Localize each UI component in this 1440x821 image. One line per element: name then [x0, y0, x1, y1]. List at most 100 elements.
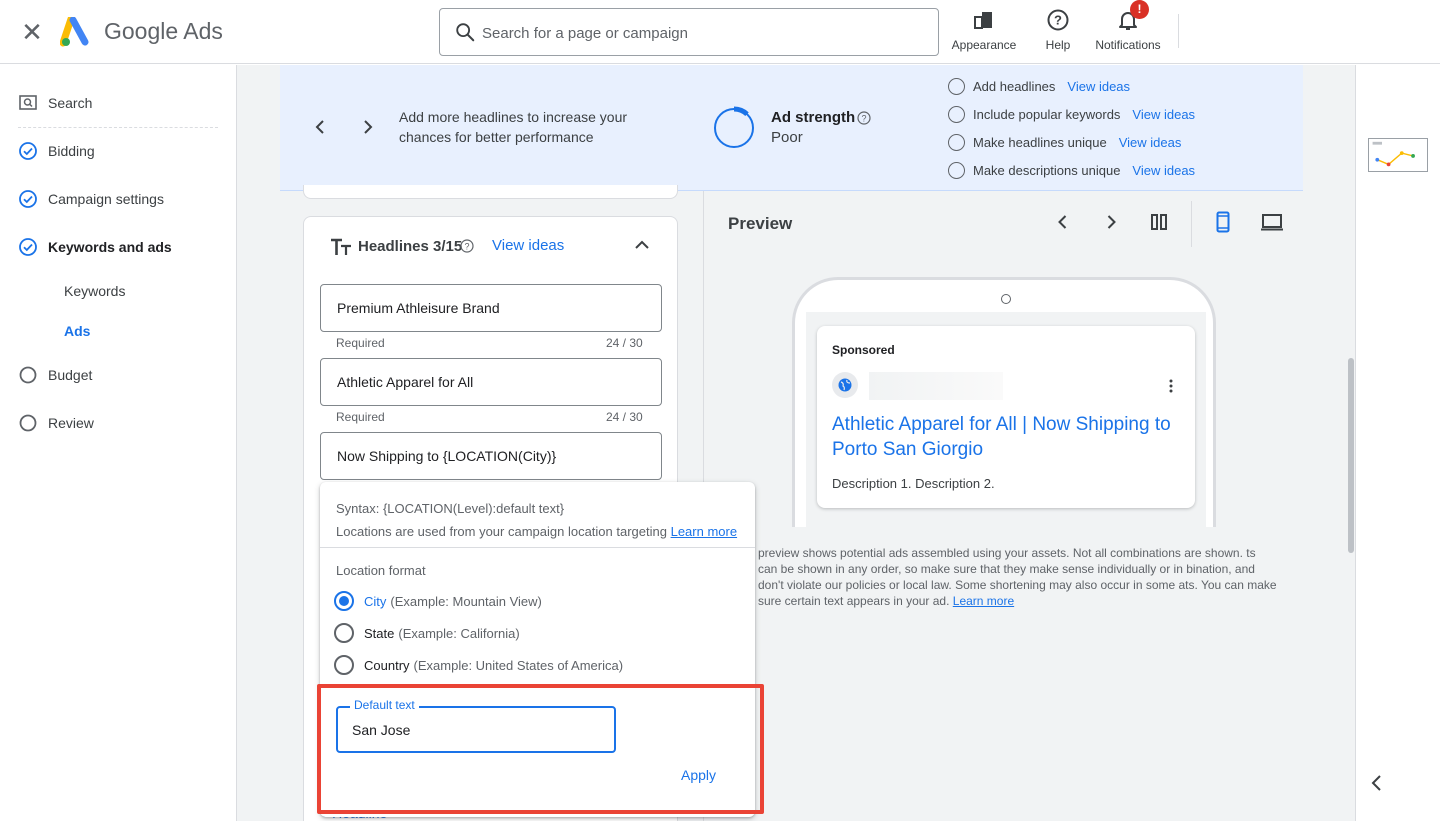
phone-frame: Sponsored Athletic Apparel for All | Now… [792, 277, 1216, 527]
empty-circle-icon [948, 77, 965, 95]
appearance-label: Appearance [951, 38, 1017, 52]
radio-button[interactable] [334, 655, 354, 675]
help-button[interactable]: ? Help [1036, 6, 1080, 56]
text-format-icon [331, 238, 351, 255]
headline-field-1[interactable] [320, 284, 662, 332]
radio-button[interactable] [334, 623, 354, 643]
appearance-icon [974, 12, 992, 29]
columns-view-icon[interactable] [1147, 210, 1171, 234]
suggestion-text: Add headlines [973, 78, 1056, 94]
nav-item-campaign-settings[interactable]: Campaign settings [18, 187, 164, 211]
nav-label: Bidding [48, 143, 95, 159]
empty-circle-icon [19, 414, 37, 432]
nav-label: Campaign settings [48, 191, 164, 207]
help-icon: ? [1047, 9, 1069, 31]
chevron-left-icon[interactable] [1051, 210, 1075, 234]
headline-field-3[interactable] [320, 432, 662, 480]
view-ideas-link[interactable]: View ideas [492, 237, 564, 254]
svg-text:?: ? [1054, 13, 1062, 28]
help-icon[interactable]: ? [460, 239, 474, 253]
radio-example: (Example: Mountain View) [390, 593, 542, 609]
view-ideas-link[interactable]: View ideas [1132, 163, 1195, 178]
search-page-icon [19, 95, 37, 110]
mobile-device-icon[interactable] [1211, 210, 1235, 234]
chevron-left-icon[interactable] [1366, 772, 1388, 794]
ad-description: Description 1. Description 2. [832, 476, 995, 491]
chart-thumbnail-icon[interactable] [1368, 138, 1428, 172]
nav-item-keywords-and-ads[interactable]: Keywords and ads [18, 235, 172, 259]
left-navigation: Search Bidding Campaign settings Keyword… [0, 65, 237, 821]
empty-circle-icon [948, 133, 965, 151]
subnav-ads[interactable]: Ads [64, 323, 90, 339]
check-circle-icon [19, 190, 37, 208]
popup-divider [320, 547, 755, 548]
preview-toolbar-divider [1191, 201, 1192, 247]
radio-option-state[interactable]: State (Example: California) [334, 622, 520, 644]
radio-option-country[interactable]: Country (Example: United States of Ameri… [334, 654, 623, 676]
headline-field-2[interactable] [320, 358, 662, 406]
search-input[interactable] [482, 21, 912, 45]
nav-label: Keywords and ads [48, 239, 172, 255]
globe-icon [832, 372, 858, 398]
brand-name: Google Ads [104, 18, 223, 44]
nav-item-search[interactable]: Search [18, 91, 92, 115]
headline-helper: Required [336, 336, 385, 350]
radio-button-checked[interactable] [334, 591, 354, 611]
preview-panel: Preview Sponsored Athletic Apparel for A… [703, 191, 1303, 821]
ad-strength-value: Poor [771, 129, 803, 146]
chevron-left-icon[interactable] [308, 115, 332, 139]
more-vert-icon[interactable] [1167, 378, 1175, 394]
radio-label: Country [364, 657, 410, 673]
chevron-right-icon[interactable] [1099, 210, 1123, 234]
view-ideas-link[interactable]: View ideas [1132, 107, 1195, 122]
help-icon[interactable]: ? [857, 111, 871, 125]
ad-display-url-placeholder [869, 372, 1003, 400]
nav-divider [18, 127, 218, 128]
global-search[interactable] [439, 8, 939, 56]
close-icon[interactable]: ✕ [20, 19, 44, 45]
nav-item-review[interactable]: Review [18, 411, 94, 435]
ad-headline[interactable]: Athletic Apparel for All | Now Shipping … [832, 412, 1182, 462]
learn-more-link[interactable]: Learn more [671, 524, 737, 539]
subnav-keywords[interactable]: Keywords [64, 283, 125, 299]
headline-char-count: 24 / 30 [606, 336, 643, 350]
view-ideas-link[interactable]: View ideas [1119, 135, 1182, 150]
chevron-right-icon[interactable] [356, 115, 380, 139]
top-header: ✕ Google Ads Appearance ? Help Notificat… [0, 0, 1440, 64]
scrollbar[interactable] [1348, 358, 1354, 553]
nav-item-bidding[interactable]: Bidding [18, 139, 95, 163]
previous-card-edge [303, 185, 678, 199]
notifications-button[interactable]: Notifications [1090, 6, 1166, 56]
search-icon [456, 23, 475, 42]
ad-preview-card: Sponsored Athletic Apparel for All | Now… [817, 326, 1195, 508]
chevron-up-icon[interactable] [630, 233, 654, 257]
help-label: Help [1045, 38, 1071, 52]
learn-more-link[interactable]: Learn more [953, 594, 1014, 608]
location-targeting-hint: Locations are used from your campaign lo… [336, 524, 737, 539]
view-ideas-link[interactable]: View ideas [1067, 79, 1130, 94]
suggestion-item: Make descriptions unique View ideas [948, 160, 1195, 180]
headline-char-count: 24 / 30 [606, 410, 643, 424]
ad-strength-banner: Add more headlines to increase your chan… [280, 65, 1303, 191]
radio-option-city[interactable]: City (Example: Mountain View) [334, 590, 542, 612]
right-rail [1355, 65, 1440, 821]
ad-strength-ring [712, 106, 756, 150]
empty-circle-icon [948, 105, 965, 123]
phone-screen: Sponsored Athletic Apparel for All | Now… [806, 312, 1206, 527]
notifications-label: Notifications [1095, 38, 1161, 52]
header-divider [1178, 14, 1179, 48]
banner-message: Add more headlines to increase your chan… [399, 109, 628, 145]
desktop-device-icon[interactable] [1260, 210, 1284, 234]
syntax-hint: Syntax: {LOCATION(Level):default text} [336, 501, 565, 516]
appearance-button[interactable]: Appearance [948, 6, 1020, 56]
google-ads-logo [60, 17, 89, 47]
empty-circle-icon [19, 366, 37, 384]
svg-text:?: ? [861, 114, 866, 124]
preview-disclaimer: preview shows potential ads assembled us… [758, 545, 1278, 609]
nav-label: Search [48, 95, 93, 111]
suggestion-item: Include popular keywords View ideas [948, 104, 1195, 124]
suggestion-text: Include popular keywords [973, 106, 1121, 122]
notification-badge: ! [1130, 0, 1149, 19]
nav-item-budget[interactable]: Budget [18, 363, 92, 387]
suggestion-text: Make descriptions unique [973, 162, 1121, 178]
